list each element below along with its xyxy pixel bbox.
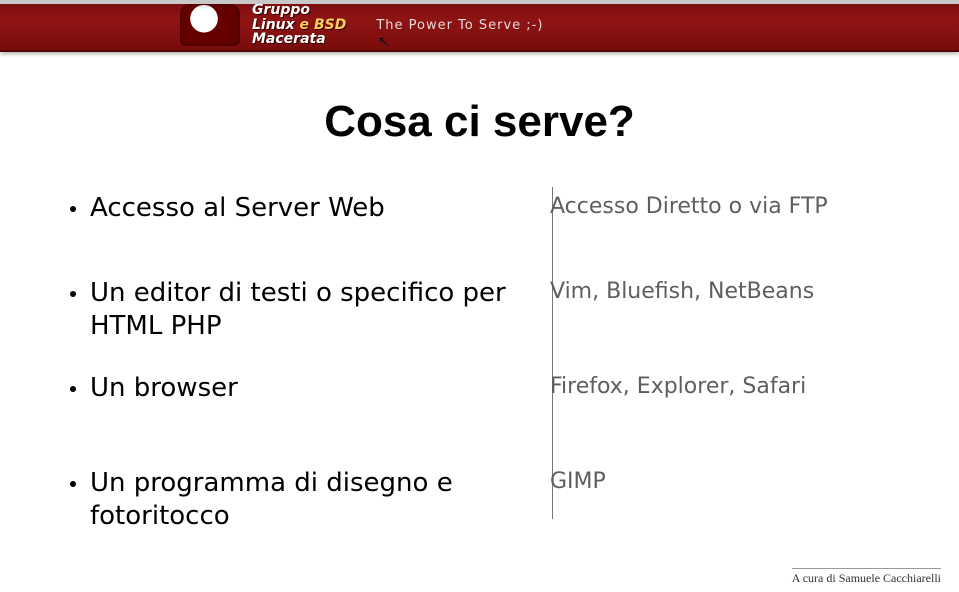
logo-icon [180, 4, 240, 46]
example-text: Firefox, Explorer, Safari [550, 372, 889, 399]
brand-line-1: Gruppo [252, 3, 346, 18]
bullet-icon [70, 206, 76, 212]
tagline: The Power To Serve ;-) [376, 18, 543, 33]
brand-line-2: Linux e BSD [252, 18, 346, 33]
bullet-icon [70, 291, 76, 297]
bullet-icon [70, 386, 76, 392]
example-text: Accesso Diretto o via FTP [550, 192, 889, 219]
bullet-text: Un editor di testi o specifico per HTML … [90, 277, 550, 342]
footer-credit: A cura di Samuele Cacchiarelli [792, 568, 941, 586]
bullet-icon [70, 481, 76, 487]
brand-text: Gruppo Linux e BSD Macerata [252, 3, 346, 47]
bullet-text: Un browser [90, 372, 238, 405]
bullet-text: Accesso al Server Web [90, 192, 385, 225]
brand-line-3: Macerata [252, 32, 346, 47]
content-row: Un programma di disegno e fotoritocco GI… [70, 467, 889, 532]
example-text: Vim, Bluefish, NetBeans [550, 277, 889, 304]
example-text: GIMP [550, 467, 889, 494]
content-row: Accesso al Server Web Accesso Diretto o … [70, 192, 889, 225]
header-banner: Gruppo Linux e BSD Macerata The Power To… [0, 0, 959, 52]
bullet-text: Un programma di disegno e fotoritocco [90, 467, 550, 532]
slide-title: Cosa ci serve? [0, 97, 959, 147]
content-row: Un browser Firefox, Explorer, Safari [70, 372, 889, 405]
content-row: Un editor di testi o specifico per HTML … [70, 277, 889, 342]
slide-body: Cosa ci serve? Accesso al Server Web Acc… [0, 52, 959, 592]
